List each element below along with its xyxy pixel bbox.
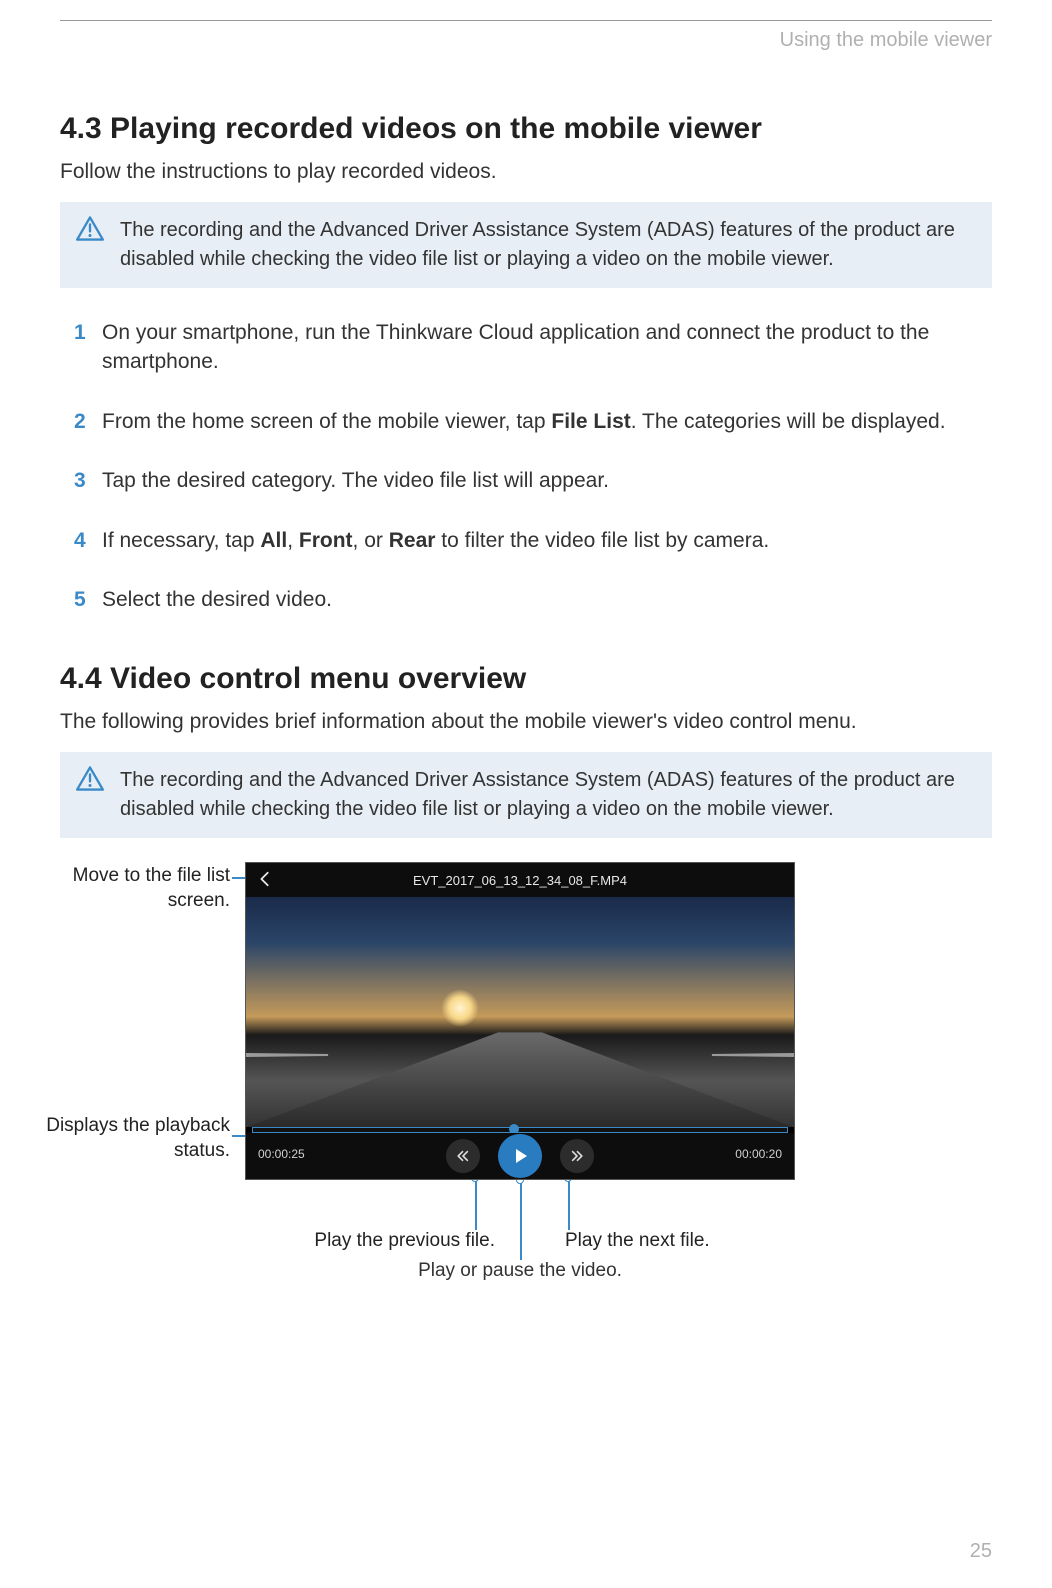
video-scene-rail: [712, 1053, 794, 1057]
warning-icon: [76, 766, 104, 791]
previous-button[interactable]: [446, 1139, 480, 1173]
steps-list-4-3: 1 On your smartphone, run the Thinkware …: [74, 318, 992, 614]
page-number: 25: [970, 1540, 992, 1563]
step-text: On your smartphone, run the Thinkware Cl…: [102, 318, 992, 377]
step-number: 3: [74, 466, 102, 495]
video-frame[interactable]: [246, 897, 794, 1127]
step-number: 2: [74, 407, 102, 436]
step-5: 5 Select the desired video.: [74, 585, 992, 614]
callout-back-label: Move to the file list screen.: [40, 864, 230, 913]
heading-4-4: 4.4 Video control menu overview: [60, 662, 992, 696]
step-text: From the home screen of the mobile viewe…: [102, 407, 946, 436]
player-filename: EVT_2017_06_13_12_34_08_F.MP4: [413, 873, 627, 888]
intro-4-3: Follow the instructions to play recorded…: [60, 160, 992, 184]
play-pause-button[interactable]: [498, 1134, 542, 1178]
note-box-4-4: The recording and the Advanced Driver As…: [60, 752, 992, 838]
callout-progress-label: Displays the playback status.: [40, 1114, 230, 1163]
note-text-4-3: The recording and the Advanced Driver As…: [120, 219, 955, 270]
step-2: 2 From the home screen of the mobile vie…: [74, 407, 992, 436]
video-control-diagram: Move to the file list screen. Displays t…: [60, 862, 992, 1292]
step-text: Tap the desired category. The video file…: [102, 466, 609, 495]
step-1: 1 On your smartphone, run the Thinkware …: [74, 318, 992, 377]
step-number: 4: [74, 526, 102, 555]
note-box-4-3: The recording and the Advanced Driver As…: [60, 202, 992, 288]
step-3: 3 Tap the desired category. The video fi…: [74, 466, 992, 495]
step-number: 1: [74, 318, 102, 377]
player-topbar: EVT_2017_06_13_12_34_08_F.MP4: [246, 863, 794, 897]
next-button[interactable]: [560, 1139, 594, 1173]
video-scene-sun: [441, 989, 479, 1027]
header-section-title: Using the mobile viewer: [780, 29, 992, 51]
video-scene-road: [246, 1032, 794, 1127]
intro-4-4: The following provides brief information…: [60, 710, 992, 734]
back-button[interactable]: [256, 870, 274, 891]
step-text: If necessary, tap All, Front, or Rear to…: [102, 526, 769, 555]
heading-4-3: 4.3 Playing recorded videos on the mobil…: [60, 112, 992, 146]
note-text-4-4: The recording and the Advanced Driver As…: [120, 769, 955, 820]
page-header: Using the mobile viewer: [60, 20, 992, 52]
leader-line: [568, 1180, 570, 1230]
callout-play-label: Play or pause the video.: [245, 1260, 795, 1282]
remaining-time: 00:00:20: [735, 1147, 782, 1161]
video-player: EVT_2017_06_13_12_34_08_F.MP4 00:00:25 0…: [245, 862, 795, 1180]
callout-row-below: Play the previous file. Play the next fi…: [245, 1230, 795, 1252]
callout-next-label: Play the next file.: [535, 1230, 735, 1252]
leader-line: [475, 1180, 477, 1230]
step-text: Select the desired video.: [102, 585, 332, 614]
step-4: 4 If necessary, tap All, Front, or Rear …: [74, 526, 992, 555]
video-scene-rail: [246, 1053, 328, 1057]
callout-prev-label: Play the previous file.: [305, 1230, 505, 1252]
warning-icon: [76, 216, 104, 241]
player-controls: 00:00:25 00:00:20: [246, 1133, 794, 1179]
step-number: 5: [74, 585, 102, 614]
elapsed-time: 00:00:25: [258, 1147, 305, 1161]
